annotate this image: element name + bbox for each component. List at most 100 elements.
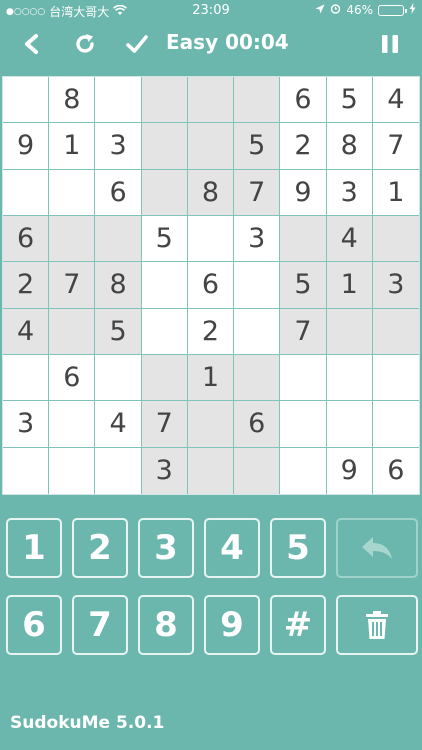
board-cell[interactable]: 9 bbox=[3, 123, 50, 170]
board-cell[interactable] bbox=[3, 169, 50, 216]
board-cell[interactable]: 7 bbox=[141, 401, 188, 448]
key-2[interactable]: 2 bbox=[72, 518, 128, 578]
key-1[interactable]: 1 bbox=[6, 518, 62, 578]
board-cell[interactable]: 6 bbox=[234, 401, 281, 448]
back-button[interactable] bbox=[16, 28, 48, 60]
board-cell[interactable] bbox=[234, 447, 281, 494]
board-cell[interactable] bbox=[141, 169, 188, 216]
key-5[interactable]: 5 bbox=[270, 518, 326, 578]
board-cell[interactable]: 6 bbox=[187, 262, 235, 309]
board-cell[interactable]: 4 bbox=[3, 308, 50, 355]
board-cell[interactable] bbox=[141, 308, 188, 355]
board-cell[interactable]: 3 bbox=[141, 447, 188, 494]
board-cell[interactable]: 1 bbox=[372, 169, 419, 216]
board-cell[interactable]: 3 bbox=[95, 123, 142, 170]
board-cell[interactable] bbox=[95, 447, 142, 494]
board-cell[interactable]: 1 bbox=[187, 354, 235, 402]
board-cell[interactable]: 3 bbox=[3, 401, 50, 448]
board-cell[interactable] bbox=[95, 77, 142, 124]
board-cell[interactable]: 3 bbox=[234, 215, 281, 263]
board-cell[interactable] bbox=[372, 354, 419, 402]
board-cell[interactable]: 6 bbox=[280, 77, 327, 124]
board-cell[interactable] bbox=[3, 354, 50, 402]
pause-button[interactable] bbox=[374, 28, 406, 60]
key-8[interactable]: 8 bbox=[138, 595, 194, 655]
board-cell[interactable]: 5 bbox=[141, 215, 188, 263]
board-cell[interactable]: 9 bbox=[280, 169, 327, 216]
board-cell[interactable] bbox=[234, 262, 281, 309]
board-cell[interactable]: 4 bbox=[372, 77, 419, 124]
board-cell[interactable] bbox=[3, 447, 50, 494]
status-bar: ●○○○○ 台湾大哥大 23:09 46% bbox=[0, 0, 422, 22]
game-toolbar: Easy 00:04 bbox=[0, 22, 422, 66]
notes-key[interactable]: # bbox=[270, 595, 326, 655]
board-cell[interactable]: 9 bbox=[326, 447, 373, 494]
board-cell[interactable] bbox=[326, 308, 373, 355]
board-cell[interactable] bbox=[187, 401, 235, 448]
board-cell[interactable]: 5 bbox=[95, 308, 142, 355]
board-cell[interactable]: 7 bbox=[234, 169, 281, 216]
board-cell[interactable]: 8 bbox=[187, 169, 235, 216]
battery-percent: 46% bbox=[346, 3, 373, 17]
board-cell[interactable]: 2 bbox=[187, 308, 235, 355]
board-cell[interactable]: 7 bbox=[49, 262, 96, 309]
board-cell[interactable]: 8 bbox=[326, 123, 373, 170]
board-cell[interactable] bbox=[95, 215, 142, 263]
board-cell[interactable]: 8 bbox=[95, 262, 142, 309]
board-cell[interactable] bbox=[187, 123, 235, 170]
undo-button[interactable] bbox=[336, 518, 418, 578]
board-cell[interactable] bbox=[326, 401, 373, 448]
board-cell[interactable] bbox=[49, 401, 96, 448]
board-cell[interactable] bbox=[49, 215, 96, 263]
board-cell[interactable] bbox=[234, 77, 281, 124]
board-cell[interactable] bbox=[372, 215, 419, 263]
board-cell[interactable] bbox=[141, 354, 188, 402]
board-cell[interactable]: 1 bbox=[49, 123, 96, 170]
board-cell[interactable] bbox=[372, 401, 419, 448]
board-cell[interactable] bbox=[280, 354, 327, 402]
board-cell[interactable]: 6 bbox=[3, 215, 50, 263]
board-cell[interactable]: 3 bbox=[326, 169, 373, 216]
board-cell[interactable]: 5 bbox=[234, 123, 281, 170]
key-7[interactable]: 7 bbox=[72, 595, 128, 655]
board-cell[interactable]: 2 bbox=[280, 123, 327, 170]
key-6[interactable]: 6 bbox=[6, 595, 62, 655]
key-4[interactable]: 4 bbox=[204, 518, 260, 578]
delete-button[interactable] bbox=[336, 595, 418, 655]
board-cell[interactable]: 5 bbox=[326, 77, 373, 124]
board-cell[interactable]: 4 bbox=[95, 401, 142, 448]
board-cell[interactable] bbox=[141, 123, 188, 170]
board-cell[interactable]: 3 bbox=[372, 262, 419, 309]
board-cell[interactable] bbox=[49, 447, 96, 494]
board-cell[interactable]: 1 bbox=[326, 262, 373, 309]
board-cell[interactable]: 6 bbox=[372, 447, 419, 494]
board-cell[interactable]: 8 bbox=[49, 77, 96, 124]
board-cell[interactable] bbox=[280, 401, 327, 448]
key-3[interactable]: 3 bbox=[138, 518, 194, 578]
board-cell[interactable]: 6 bbox=[49, 354, 96, 402]
board-cell[interactable] bbox=[141, 77, 188, 124]
board-cell[interactable] bbox=[280, 447, 327, 494]
board-cell[interactable] bbox=[234, 354, 281, 402]
board-cell[interactable] bbox=[3, 77, 50, 124]
board-cell[interactable]: 7 bbox=[372, 123, 419, 170]
board-cell[interactable]: 7 bbox=[280, 308, 327, 355]
board-cell[interactable] bbox=[372, 308, 419, 355]
board-cell[interactable] bbox=[49, 169, 96, 216]
board-cell[interactable]: 2 bbox=[3, 262, 50, 309]
board-cell[interactable] bbox=[234, 308, 281, 355]
board-cell[interactable] bbox=[141, 262, 188, 309]
board-cell[interactable] bbox=[187, 215, 235, 263]
board-cell[interactable] bbox=[326, 354, 373, 402]
board-cell[interactable] bbox=[95, 354, 142, 402]
board-cell[interactable] bbox=[187, 77, 235, 124]
check-button[interactable] bbox=[121, 28, 153, 60]
board-cell[interactable]: 5 bbox=[280, 262, 327, 309]
board-cell[interactable] bbox=[280, 215, 327, 263]
board-cell[interactable]: 6 bbox=[95, 169, 142, 216]
restart-button[interactable] bbox=[69, 28, 101, 60]
board-cell[interactable] bbox=[49, 308, 96, 355]
board-cell[interactable] bbox=[187, 447, 235, 494]
board-cell[interactable]: 4 bbox=[326, 215, 373, 263]
key-9[interactable]: 9 bbox=[204, 595, 260, 655]
